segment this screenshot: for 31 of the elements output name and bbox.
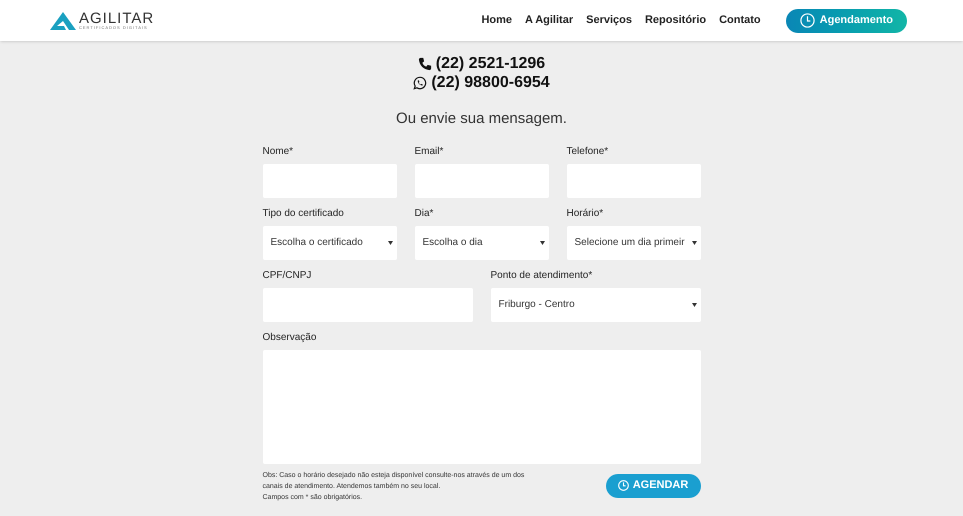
nav-link[interactable]: Home — [481, 12, 512, 29]
field-label: Nome* — [262, 146, 294, 158]
form-heading: Ou envie sua mensagem. — [395, 109, 568, 129]
nav-link[interactable]: Serviços — [586, 12, 632, 29]
field-label: Horário* — [566, 208, 604, 220]
logo-text: AGILITAR — [79, 11, 154, 26]
field-label: Observação — [262, 332, 318, 344]
phone-number[interactable]: (22) 2521-1296 — [436, 54, 546, 73]
field-label: Tipo do certificado — [262, 208, 345, 220]
field-label: Email* — [414, 146, 444, 158]
clock-icon — [618, 480, 629, 491]
nav-link[interactable]: Contato — [719, 12, 761, 29]
select-field[interactable]: Escolha o dia — [414, 226, 548, 260]
field-label: CPF/CNPJ — [262, 270, 312, 282]
select-field[interactable]: Selecione um dia primeir — [566, 226, 700, 260]
caret-icon — [692, 302, 696, 306]
select-field[interactable]: Escolha o certificado — [262, 226, 396, 260]
caret-icon — [388, 240, 392, 244]
field-label: Telefone* — [566, 146, 610, 158]
caret-icon — [540, 240, 544, 244]
field-label: Dia* — [414, 208, 434, 220]
phone-number[interactable]: (22) 98800-6954 — [431, 73, 550, 92]
whatsapp-icon — [413, 76, 428, 90]
clock-icon — [800, 13, 815, 28]
logo-icon — [50, 12, 76, 30]
field-label: Ponto de atendimento* — [490, 270, 594, 282]
nav-link[interactable]: A Agilitar — [525, 12, 574, 29]
phone-icon — [418, 56, 432, 70]
select-field[interactable]: Friburgo - Centro — [490, 288, 700, 322]
caret-icon — [692, 240, 696, 244]
nav-link[interactable]: Repositório — [644, 12, 706, 29]
